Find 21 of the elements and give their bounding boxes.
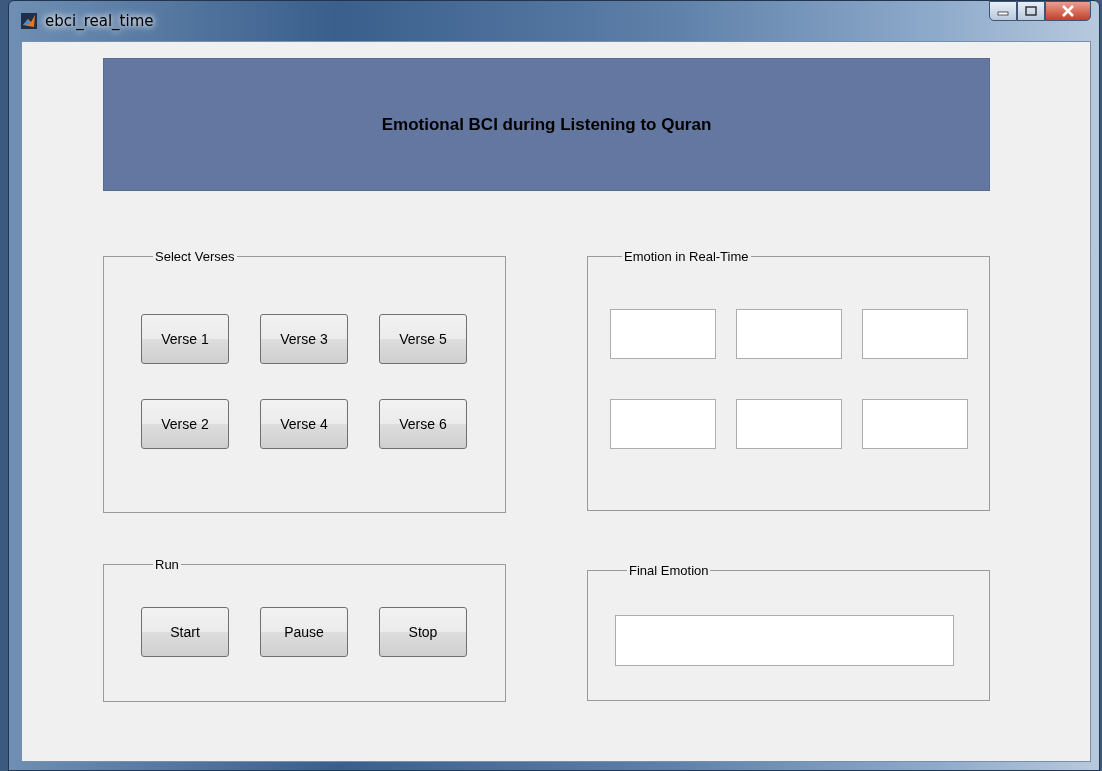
panel-title: Select Verses [154, 249, 236, 264]
minimize-button[interactable] [989, 1, 1017, 21]
maximize-button[interactable] [1017, 1, 1045, 21]
verse-button[interactable]: Verse 6 [379, 399, 467, 449]
run-button[interactable]: Pause [260, 607, 348, 657]
app-icon [21, 13, 37, 29]
close-button[interactable] [1045, 1, 1091, 21]
run-button[interactable]: Start [141, 607, 229, 657]
maximize-icon [1025, 6, 1037, 16]
window-title: ebci_real_time [45, 12, 154, 30]
verse-button[interactable]: Verse 5 [379, 314, 467, 364]
close-icon [1061, 5, 1075, 17]
run-button[interactable]: Stop [379, 607, 467, 657]
banner-title: Emotional BCI during Listening to Quran [381, 114, 712, 135]
verse-button[interactable]: Verse 2 [141, 399, 229, 449]
panel-title: Final Emotion [628, 563, 710, 578]
verse-button[interactable]: Verse 1 [141, 314, 229, 364]
panel-title: Emotion in Real-Time [623, 249, 750, 264]
verse-button[interactable]: Verse 4 [260, 399, 348, 449]
panel-title: Run [154, 557, 180, 572]
verse-button[interactable]: Verse 3 [260, 314, 348, 364]
